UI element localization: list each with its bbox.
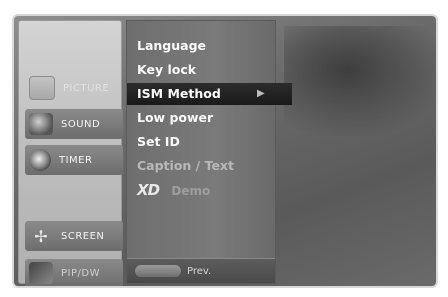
main-menu-item-screen[interactable]: ✢ SCREEN: [25, 221, 123, 251]
main-menu-item-sound[interactable]: SOUND: [25, 109, 123, 139]
special-menu-item-key-lock[interactable]: Key lock: [127, 59, 275, 81]
xd-logo: XD: [137, 181, 160, 199]
menu-button-icon[interactable]: [135, 265, 181, 277]
pip-icon: [29, 262, 53, 284]
special-menu-label: Set ID: [137, 134, 180, 149]
main-menu-item-pip[interactable]: PIP/DW: [25, 259, 123, 286]
special-menu-label: Demo: [171, 184, 211, 198]
picture-icon: [29, 76, 55, 100]
menu-footer: Prev.: [127, 258, 275, 283]
special-menu-label: Caption / Text: [137, 158, 234, 173]
special-menu-item-language[interactable]: Language: [127, 35, 275, 57]
main-menu-label: PICTURE: [63, 82, 110, 94]
main-menu-label: SOUND: [61, 118, 101, 130]
tv-osd-screen: PICTURE SOUND TIMER ✢ SCREEN PIP/DW Lang…: [12, 14, 438, 288]
special-menu-label: Key lock: [137, 62, 197, 77]
speaker-icon: [29, 113, 53, 135]
special-menu-label: Language: [137, 38, 207, 53]
main-menu-label: TIMER: [59, 154, 93, 166]
special-menu-label: ISM Method: [137, 86, 221, 101]
special-menu-item-xd-demo[interactable]: XD Demo: [127, 179, 275, 201]
main-menu-label: SCREEN: [61, 230, 105, 242]
main-menu-item-timer[interactable]: TIMER: [25, 145, 123, 175]
special-menu-label: Low power: [137, 110, 214, 125]
screen-adjust-icon: ✢: [34, 226, 48, 246]
special-menu-item-caption-text[interactable]: Caption / Text: [127, 155, 275, 177]
background-shade: [284, 26, 436, 136]
special-menu-item-low-power[interactable]: Low power: [127, 107, 275, 129]
clock-icon: [29, 149, 51, 171]
special-menu-panel: Language Key lock ISM Method ▶ Low power…: [126, 20, 292, 284]
special-menu-item-set-id[interactable]: Set ID: [127, 131, 275, 153]
main-menu-panel: PICTURE SOUND TIMER ✢ SCREEN PIP/DW: [18, 20, 123, 286]
special-menu-item-ism-method[interactable]: ISM Method ▶: [127, 83, 292, 105]
chevron-right-icon: ▶: [257, 88, 265, 99]
prev-label: Prev.: [187, 265, 212, 277]
main-menu-item-picture[interactable]: PICTURE: [25, 73, 123, 103]
main-menu-label: PIP/DW: [61, 267, 100, 279]
